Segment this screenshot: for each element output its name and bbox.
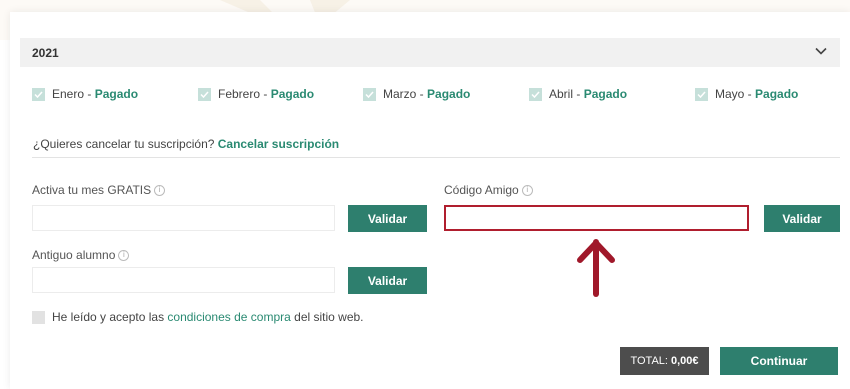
month-separator: -: [573, 87, 584, 101]
cancel-subscription-link[interactable]: Cancelar suscripción: [218, 137, 339, 151]
month-name: Mayo: [715, 87, 745, 101]
month-item-marzo: Marzo - Pagado: [363, 86, 470, 102]
info-icon[interactable]: i: [154, 184, 166, 196]
check-icon: [529, 87, 542, 101]
subscription-card: [10, 12, 850, 389]
check-icon: [198, 87, 211, 101]
terms-checkbox[interactable]: [32, 310, 45, 324]
free-month-label-text: Activa tu mes GRATIS: [32, 183, 152, 197]
month-name: Abril: [549, 87, 574, 101]
former-student-label-text: Antiguo alumno: [32, 248, 116, 262]
chevron-down-icon[interactable]: [814, 44, 828, 58]
divider: [32, 157, 840, 158]
month-status: Pagado: [755, 87, 799, 101]
month-status: Pagado: [270, 87, 315, 101]
month-separator: -: [744, 87, 756, 101]
month-name: Marzo: [383, 87, 417, 101]
check-icon: [695, 87, 708, 101]
month-item-abril: Abril - Pagado: [529, 86, 627, 102]
year-accordion-header[interactable]: 2021: [20, 38, 840, 67]
friend-code-label-text: Código Amigo: [444, 183, 519, 197]
check-icon: [363, 87, 376, 101]
month-name: Enero: [52, 87, 85, 101]
friend-code-label: Código Amigo i: [444, 183, 533, 197]
terms-acceptance: He leído y acepto las condiciones de com…: [32, 310, 364, 324]
check-icon: [32, 87, 45, 101]
month-status: Pagado: [94, 87, 139, 101]
total-label: TOTAL:: [630, 355, 668, 367]
month-separator: -: [416, 87, 428, 101]
month-status: Pagado: [583, 87, 628, 101]
friend-code-input[interactable]: [444, 205, 749, 231]
cancel-question: ¿Quieres cancelar tu suscripción?: [33, 137, 218, 151]
terms-text-after: del sitio web.: [290, 310, 364, 324]
arrow-up-icon: [577, 239, 615, 297]
month-name: Febrero: [218, 87, 261, 101]
validate-friend-code-button[interactable]: Validar: [764, 205, 840, 232]
month-item-febrero: Febrero - Pagado: [198, 86, 314, 102]
validate-free-month-button[interactable]: Validar: [348, 205, 427, 232]
free-month-label: Activa tu mes GRATIS i: [32, 183, 166, 197]
month-item-enero: Enero - Pagado: [32, 86, 138, 102]
month-separator: -: [260, 87, 271, 101]
year-label: 2021: [32, 46, 59, 60]
terms-text-before: He leído y acepto las: [52, 310, 168, 324]
purchase-conditions-link[interactable]: condiciones de compra: [167, 310, 290, 324]
former-student-input[interactable]: [32, 267, 335, 293]
continue-button[interactable]: Continuar: [720, 347, 838, 375]
info-icon[interactable]: i: [118, 249, 130, 261]
month-item-mayo: Mayo - Pagado: [695, 86, 798, 102]
month-separator: -: [84, 87, 95, 101]
cancel-subscription-line: ¿Quieres cancelar tu suscripción? Cancel…: [33, 137, 339, 151]
total-value: 0,00€: [670, 355, 699, 367]
month-status: Pagado: [427, 87, 471, 101]
info-icon[interactable]: i: [521, 184, 533, 196]
former-student-label: Antiguo alumno i: [32, 248, 130, 262]
total-display: TOTAL: 0,00€: [620, 347, 709, 375]
validate-former-student-button[interactable]: Validar: [348, 267, 427, 294]
free-month-input[interactable]: [32, 205, 335, 231]
